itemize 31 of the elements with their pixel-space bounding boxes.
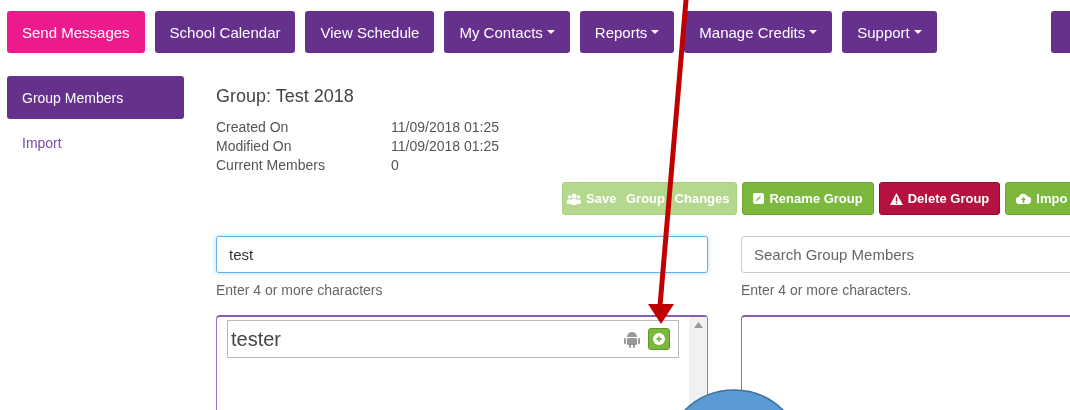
group-title: Group: Test 2018 [216, 86, 355, 107]
nav-button[interactable]: Reports [579, 11, 675, 53]
cloud-upload-icon [1016, 193, 1032, 204]
nav-button[interactable]: Send Messages [7, 11, 145, 53]
member-search-field[interactable]: Search Group Members [741, 236, 1070, 273]
nav-button[interactable]: Support [842, 11, 937, 53]
info-value: 11/09/2018 01:25 [391, 119, 499, 135]
sidebar-item[interactable]: Import [7, 135, 184, 151]
nav-button[interactable]: My Contacts [444, 11, 570, 53]
info-value: 0 [391, 157, 400, 173]
info-label: Created On [216, 119, 290, 135]
result-item[interactable]: tester [227, 320, 679, 358]
scroll-up-icon [693, 322, 703, 328]
hint-text: Enter 4 or more characters. [741, 282, 913, 298]
warning-icon [889, 192, 903, 205]
contact-name: tester [231, 327, 283, 351]
edit-icon [753, 193, 765, 204]
hint-text: Enter 4 or more characters [216, 282, 384, 298]
plus-circle-icon [653, 333, 665, 345]
android-icon [624, 330, 640, 348]
info-value: 11/09/2018 01:25 [391, 138, 499, 154]
nav-button[interactable]: View Schedule [305, 11, 435, 53]
sidebar-item[interactable]: Group Members [7, 76, 184, 119]
delete-button[interactable]: Delete Group [878, 182, 1001, 215]
nav-button[interactable]: Manage Credits [684, 11, 833, 53]
contact-search-field[interactable]: test [216, 236, 708, 273]
add-button[interactable] [648, 328, 670, 350]
users-icon [567, 192, 581, 205]
nav-button[interactable]: School Calendar [154, 11, 296, 53]
info-label: Modified On [216, 138, 293, 154]
info-label: Current Members [216, 157, 326, 173]
